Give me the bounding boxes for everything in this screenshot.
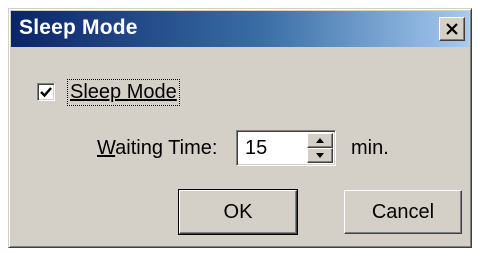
arrow-down-icon <box>316 153 324 158</box>
waiting-time-accel-key: W <box>97 137 116 159</box>
sleep-mode-label-text: Sleep Mode <box>70 81 177 103</box>
spin-up-button[interactable] <box>307 133 333 148</box>
sleep-mode-dialog: Sleep Mode Sleep Mode Waiting Time: 15 m… <box>8 8 472 248</box>
arrow-up-icon <box>316 138 324 143</box>
spin-down-button[interactable] <box>307 148 333 163</box>
waiting-time-label: Waiting Time: <box>97 137 217 160</box>
cancel-button[interactable]: Cancel <box>344 190 462 234</box>
waiting-time-label-text: aiting Time: <box>115 137 218 159</box>
title-bar[interactable]: Sleep Mode <box>11 11 469 47</box>
checkmark-icon <box>40 87 52 98</box>
ok-button[interactable]: OK <box>178 189 298 235</box>
dialog-title: Sleep Mode <box>19 16 138 39</box>
close-button[interactable] <box>439 17 465 41</box>
close-icon <box>446 23 458 35</box>
sleep-mode-checkbox[interactable] <box>37 83 55 101</box>
waiting-time-spinbox[interactable]: 15 <box>236 130 336 166</box>
sleep-mode-checkbox-label[interactable]: Sleep Mode <box>67 79 180 106</box>
waiting-time-unit: min. <box>351 137 389 159</box>
waiting-time-value[interactable]: 15 <box>245 137 267 160</box>
